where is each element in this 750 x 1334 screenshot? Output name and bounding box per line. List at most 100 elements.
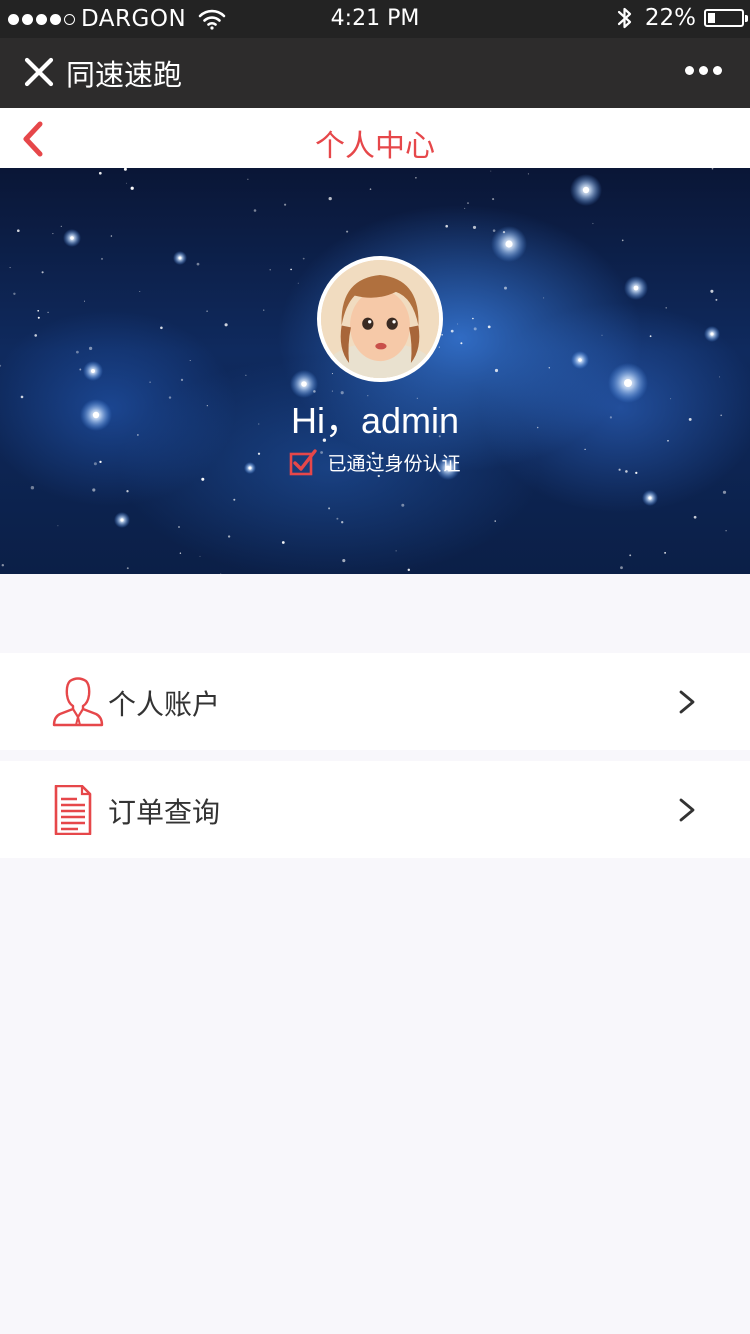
star — [160, 326, 163, 330]
close-icon[interactable] — [22, 55, 56, 89]
star — [494, 368, 499, 373]
avatar[interactable] — [317, 256, 443, 382]
greeting: Hi，admin — [290, 400, 460, 441]
chevron-right-icon — [679, 690, 695, 714]
star — [492, 198, 495, 201]
star — [30, 486, 35, 490]
user-icon — [52, 677, 104, 727]
star — [441, 334, 443, 336]
star — [13, 292, 16, 295]
star — [297, 282, 299, 284]
battery-percent: 22% — [644, 5, 696, 31]
star — [41, 271, 44, 274]
star — [472, 317, 474, 320]
menu-item-orders[interactable]: 订单查询 — [0, 761, 750, 858]
star — [464, 207, 466, 209]
star — [505, 240, 513, 248]
star — [342, 559, 346, 563]
star — [624, 379, 632, 387]
star — [189, 359, 191, 362]
menu-item-label: 个人账户 — [108, 688, 221, 721]
star — [37, 316, 40, 319]
battery-level — [708, 13, 715, 23]
star — [722, 490, 727, 494]
star — [16, 229, 20, 233]
star — [341, 521, 344, 524]
verification-status: 已通过身份认证 — [0, 448, 750, 476]
more-icon[interactable] — [685, 66, 722, 75]
star — [179, 552, 182, 554]
profile-banner: Hi，admin 已通过身份认证 — [0, 168, 750, 574]
star — [196, 262, 200, 266]
star — [227, 535, 231, 538]
star — [98, 171, 102, 175]
star — [88, 346, 93, 351]
star — [120, 518, 124, 522]
star — [582, 186, 590, 194]
star — [60, 225, 62, 227]
star — [328, 196, 332, 201]
star — [201, 477, 205, 481]
star — [70, 236, 74, 240]
star — [206, 310, 208, 313]
star — [220, 572, 222, 574]
star — [177, 525, 181, 529]
star — [710, 289, 714, 293]
star — [711, 168, 714, 170]
star — [253, 209, 257, 212]
star — [224, 323, 228, 327]
star — [629, 554, 632, 557]
star — [178, 256, 182, 260]
star — [83, 300, 86, 302]
star — [57, 525, 59, 527]
star — [543, 297, 545, 299]
star — [125, 182, 128, 184]
star — [578, 358, 582, 362]
star — [130, 186, 134, 190]
star — [665, 307, 667, 309]
star — [693, 515, 697, 519]
star — [494, 520, 496, 522]
status-bar: DARGON 4:21 PM 22% — [0, 0, 750, 38]
star — [301, 381, 307, 387]
star — [401, 503, 405, 507]
star — [395, 550, 397, 552]
checkbox-checked-icon — [290, 449, 318, 476]
star — [290, 268, 292, 271]
star — [1, 563, 5, 567]
app-bar: 同速速跑 — [0, 38, 750, 108]
verified-label: 已通过身份认证 — [327, 452, 461, 475]
star — [415, 176, 417, 179]
star — [76, 350, 79, 354]
chevron-right-icon — [679, 798, 695, 822]
status-right: 22% — [617, 5, 748, 31]
star — [719, 376, 721, 378]
star — [91, 369, 95, 373]
star — [490, 170, 492, 172]
star — [47, 311, 49, 314]
star — [715, 298, 718, 301]
star — [233, 498, 236, 501]
star — [328, 507, 331, 510]
star — [473, 327, 477, 331]
battery-icon — [704, 9, 748, 27]
star — [548, 367, 550, 369]
star — [601, 334, 603, 336]
star — [331, 373, 333, 375]
star — [101, 257, 103, 260]
star — [126, 490, 129, 493]
star — [504, 286, 507, 290]
star — [263, 309, 265, 311]
star — [79, 368, 82, 371]
app-title: 同速速跑 — [66, 58, 183, 92]
star — [407, 568, 411, 572]
star — [472, 225, 477, 229]
star — [592, 222, 594, 225]
menu-item-account[interactable]: 个人账户 — [0, 653, 750, 750]
star — [284, 203, 287, 206]
nav-header: 个人中心 — [0, 108, 750, 168]
star — [247, 178, 249, 180]
menu-item-label: 订单查询 — [108, 796, 221, 829]
star — [649, 335, 652, 338]
star — [502, 230, 506, 234]
